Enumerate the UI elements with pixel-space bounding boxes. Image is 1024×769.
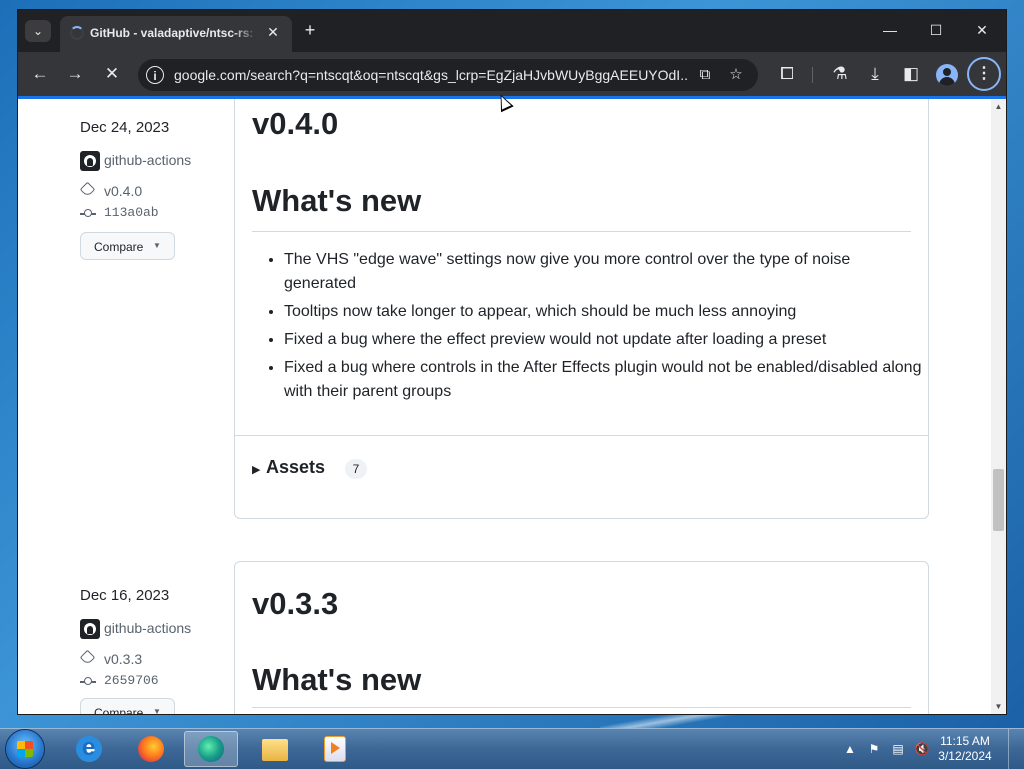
page-scrollbar[interactable]: ▲ ▼ <box>991 99 1006 714</box>
minimize-icon[interactable]: — <box>870 18 910 42</box>
browser-menu-icon[interactable]: ⋮ <box>967 57 1001 91</box>
url-text[interactable]: google.com/search?q=ntscqt&oq=ntscqt&gs_… <box>174 67 689 83</box>
install-app-icon[interactable]: ⧉ <box>695 65 715 85</box>
release-author[interactable]: github-actions <box>80 619 230 639</box>
commit-sha[interactable]: 113a0ab <box>104 205 159 220</box>
compare-button[interactable]: Compare ▼ <box>80 232 175 260</box>
volume-muted-icon[interactable]: 🔇 <box>914 741 930 757</box>
release-card: v0.3.3 What's new <box>234 561 929 714</box>
scrollbar-thumb[interactable] <box>993 469 1004 531</box>
tag-name[interactable]: v0.3.3 <box>104 651 142 667</box>
release-tag[interactable]: v0.4.0 <box>79 181 230 202</box>
compare-label: Compare <box>94 240 144 254</box>
scroll-up-arrow-icon[interactable]: ▲ <box>991 99 1006 114</box>
caret-down-icon: ▼ <box>153 241 161 250</box>
author-name[interactable]: github-actions <box>104 620 191 636</box>
heading-divider <box>252 707 911 708</box>
tag-name[interactable]: v0.4.0 <box>104 183 142 199</box>
tab-strip: ⌄ GitHub - valadaptive/ntsc-rs: A ✕ + — … <box>18 10 1006 52</box>
taskbar-internet-explorer[interactable] <box>62 731 116 767</box>
firefox-icon <box>138 736 164 762</box>
taskbar-firefox[interactable] <box>124 731 178 767</box>
list-item: Fixed a bug where controls in the After … <box>284 356 924 404</box>
release-commit[interactable]: 2659706 <box>80 672 230 692</box>
loading-spinner-icon <box>70 26 84 40</box>
caret-down-icon: ▼ <box>153 707 161 714</box>
folder-icon <box>262 739 288 761</box>
release-title[interactable]: v0.4.0 <box>252 106 338 142</box>
media-player-icon <box>324 736 346 762</box>
assets-count-badge: 7 <box>345 459 367 479</box>
browser-window: ⌄ GitHub - valadaptive/ntsc-rs: A ✕ + — … <box>18 10 1006 714</box>
profile-avatar-icon[interactable] <box>936 64 958 86</box>
commit-icon <box>80 678 96 684</box>
start-button[interactable] <box>6 730 44 768</box>
release-date: Dec 16, 2023 <box>80 587 170 604</box>
release-meta: Dec 16, 2023 github-actions v0.3.3 26597… <box>79 587 230 714</box>
page-content: Dec 24, 2023 github-actions v0.4.0 113a0… <box>18 99 991 714</box>
list-item: The VHS "edge wave" settings now give yo… <box>284 248 924 296</box>
commit-sha[interactable]: 2659706 <box>104 673 159 688</box>
release-tag[interactable]: v0.3.3 <box>79 649 230 670</box>
tab-title: GitHub - valadaptive/ntsc-rs: A <box>90 26 258 40</box>
author-name[interactable]: github-actions <box>104 152 191 168</box>
clock-time: 11:15 AM <box>940 734 990 748</box>
compare-label: Compare <box>94 706 144 714</box>
network-icon[interactable]: ▤ <box>890 741 906 757</box>
taskbar-media-player[interactable] <box>308 731 362 767</box>
release-date: Dec 24, 2023 <box>80 119 170 136</box>
release-author[interactable]: github-actions <box>80 151 230 171</box>
extensions-puzzle-icon[interactable]: ⧠ <box>773 60 801 88</box>
toolbar-divider <box>812 67 813 83</box>
release-notes-list: The VHS "edge wave" settings now give yo… <box>252 248 924 408</box>
commit-icon <box>80 210 96 216</box>
compare-button[interactable]: Compare ▼ <box>80 698 175 714</box>
system-tray: ▲ ⚑ ▤ 🔇 <box>840 729 930 769</box>
taskbar-file-explorer[interactable] <box>248 731 302 767</box>
edge-icon <box>198 736 224 762</box>
assets-toggle[interactable]: ▶ Assets 7 <box>252 457 382 481</box>
downloads-icon[interactable]: ⤓ <box>861 60 889 88</box>
tab-search-chevron-icon[interactable]: ⌄ <box>25 20 51 42</box>
release-commit[interactable]: 113a0ab <box>80 204 230 224</box>
release-title[interactable]: v0.3.3 <box>252 586 338 622</box>
whats-new-heading: What's new <box>252 183 422 218</box>
github-actions-avatar-icon <box>80 619 100 639</box>
disclosure-triangle-icon: ▶ <box>252 464 261 476</box>
close-window-icon[interactable]: ✕ <box>962 18 1002 42</box>
show-desktop-button[interactable] <box>1008 729 1024 769</box>
address-bar[interactable]: i google.com/search?q=ntscqt&oq=ntscqt&g… <box>138 59 758 91</box>
assets-divider <box>235 435 928 436</box>
github-actions-avatar-icon <box>80 151 100 171</box>
back-arrow-icon[interactable]: ← <box>26 60 54 88</box>
taskbar: ▲ ⚑ ▤ 🔇 11:15 AM 3/12/2024 <box>0 728 1024 769</box>
tag-icon <box>79 649 96 666</box>
taskbar-clock[interactable]: 11:15 AM 3/12/2024 <box>932 734 998 764</box>
list-item: Fixed a bug where the effect preview wou… <box>284 328 924 352</box>
bookmark-star-icon[interactable]: ☆ <box>726 65 746 85</box>
forward-arrow-icon[interactable]: → <box>61 60 89 88</box>
release-meta: Dec 24, 2023 github-actions v0.4.0 113a0… <box>79 119 230 260</box>
scroll-down-arrow-icon[interactable]: ▼ <box>991 699 1006 714</box>
side-panel-icon[interactable]: ◧ <box>897 60 925 88</box>
maximize-icon[interactable]: ☐ <box>916 18 956 42</box>
internet-explorer-icon <box>76 734 102 762</box>
site-info-icon[interactable]: i <box>146 66 164 84</box>
labs-flask-icon[interactable]: ⚗ <box>826 60 854 88</box>
clock-date: 3/12/2024 <box>938 749 992 763</box>
tag-icon <box>79 181 96 198</box>
taskbar-edge[interactable] <box>184 731 238 767</box>
new-tab-plus-icon[interactable]: + <box>300 20 320 40</box>
heading-divider <box>252 231 911 232</box>
stop-loading-icon[interactable]: ✕ <box>98 60 126 88</box>
action-center-flag-icon[interactable]: ⚑ <box>866 741 882 757</box>
list-item: Tooltips now take longer to appear, whic… <box>284 300 924 324</box>
close-tab-icon[interactable]: ✕ <box>264 23 282 41</box>
tab-github[interactable]: GitHub - valadaptive/ntsc-rs: A ✕ <box>60 16 292 52</box>
browser-toolbar: ← → ✕ i google.com/search?q=ntscqt&oq=nt… <box>18 52 1006 98</box>
release-card: v0.4.0 What's new The VHS "edge wave" se… <box>234 99 929 519</box>
assets-label: Assets <box>266 457 326 477</box>
whats-new-heading: What's new <box>252 662 422 697</box>
show-hidden-icons-icon[interactable]: ▲ <box>842 741 858 757</box>
